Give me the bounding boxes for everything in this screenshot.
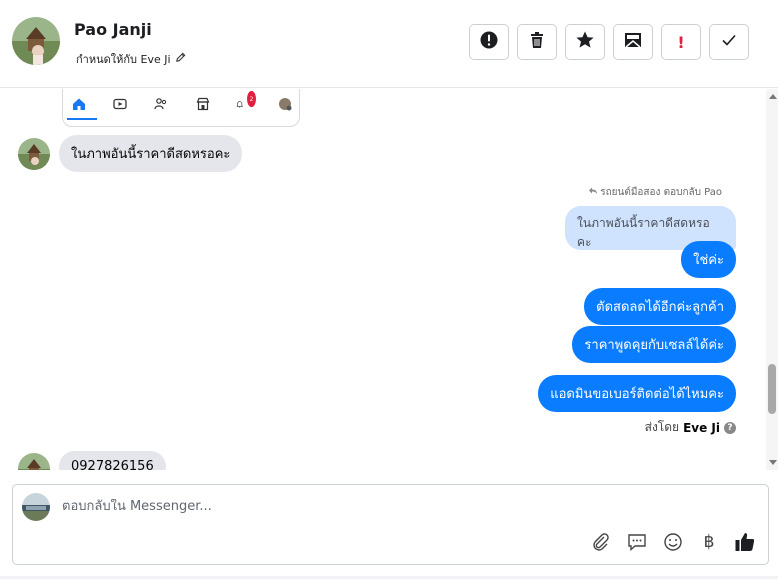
incoming-message[interactable]: 0927826156	[59, 451, 166, 470]
video-icon	[112, 96, 128, 112]
emoji-icon[interactable]	[662, 531, 684, 553]
reply-composer: ฿	[12, 484, 769, 565]
move-to-done-mail-button[interactable]	[613, 24, 653, 60]
scroll-thumb[interactable]	[768, 364, 776, 414]
check-icon	[720, 31, 738, 53]
pencil-icon[interactable]	[175, 52, 186, 66]
thread-scrollbar[interactable]	[766, 89, 778, 470]
message-thread[interactable]: 2 ในภาพอันนี้ราคาดีสดหรอคะ รถยนต์มือสอง …	[0, 89, 766, 470]
alert-circle-icon	[479, 30, 499, 54]
speech-bubble-icon[interactable]	[626, 531, 648, 553]
outgoing-message[interactable]: ตัดสดลดได้อีกค่ะลูกค้า	[584, 288, 736, 325]
assignment-label: กำหนดให้กับ Eve Ji	[76, 53, 171, 66]
delete-button[interactable]	[517, 24, 557, 60]
paperclip-icon[interactable]	[590, 531, 612, 553]
conversation-header: Pao Janji กำหนดให้กับ Eve Ji !	[0, 0, 778, 88]
home-icon	[71, 96, 87, 112]
page-avatar	[22, 493, 50, 521]
contact-avatar-small[interactable]	[18, 138, 50, 170]
trash-icon	[528, 31, 546, 53]
incoming-message[interactable]: ในภาพอันนี้ราคาดีสดหรอคะ	[59, 135, 243, 172]
mark-done-button[interactable]	[709, 24, 749, 60]
notification-badge: 2	[247, 91, 256, 107]
spam-icon: !	[677, 32, 685, 52]
bell-icon: 2	[236, 91, 256, 112]
outgoing-message[interactable]: แอดมินขอเบอร์ติดต่อได้ไหมคะ	[538, 375, 736, 412]
thumbs-up-icon[interactable]	[734, 531, 756, 553]
header-toolbar: !	[469, 24, 749, 60]
reply-input[interactable]	[62, 499, 562, 514]
sent-by-name: Eve Ji	[683, 420, 720, 435]
screenshot-active-tab	[67, 118, 97, 120]
reply-context-label: รถยนต์มือสอง ตอบกลับ Pao	[588, 185, 722, 200]
profile-menu-icon	[277, 96, 293, 112]
contact-avatar[interactable]	[12, 17, 60, 65]
friends-icon	[153, 96, 169, 112]
shared-screenshot-image[interactable]: 2	[62, 89, 300, 127]
screenshot-nav-icons: 2	[71, 91, 293, 112]
scroll-down-arrow-icon[interactable]	[769, 460, 777, 465]
scroll-up-arrow-icon[interactable]	[769, 94, 777, 99]
star-icon	[575, 30, 595, 54]
reply-context-text: รถยนต์มือสอง ตอบกลับ Pao	[600, 187, 722, 198]
baht-icon[interactable]: ฿	[698, 531, 720, 553]
marketplace-icon	[195, 96, 211, 112]
contact-avatar-small[interactable]	[18, 453, 50, 470]
outgoing-message[interactable]: ราคาพูดคุยกับเซลล์ได้ค่ะ	[572, 326, 736, 363]
sent-by-info: ส่งโดย Eve Ji ?	[645, 418, 736, 437]
star-button[interactable]	[565, 24, 605, 60]
mail-icon	[623, 30, 643, 54]
help-icon[interactable]: ?	[724, 421, 736, 434]
sent-by-prefix: ส่งโดย	[644, 420, 680, 434]
contact-name: Pao Janji	[74, 20, 152, 39]
mark-spam-button[interactable]: !	[661, 24, 701, 60]
assignment-info[interactable]: กำหนดให้กับ Eve Ji	[76, 50, 186, 68]
composer-tools: ฿	[590, 531, 756, 553]
mark-unread-button[interactable]	[469, 24, 509, 60]
reply-arrow-icon	[588, 186, 598, 199]
outgoing-message[interactable]: ใช่ค่ะ	[681, 241, 736, 278]
